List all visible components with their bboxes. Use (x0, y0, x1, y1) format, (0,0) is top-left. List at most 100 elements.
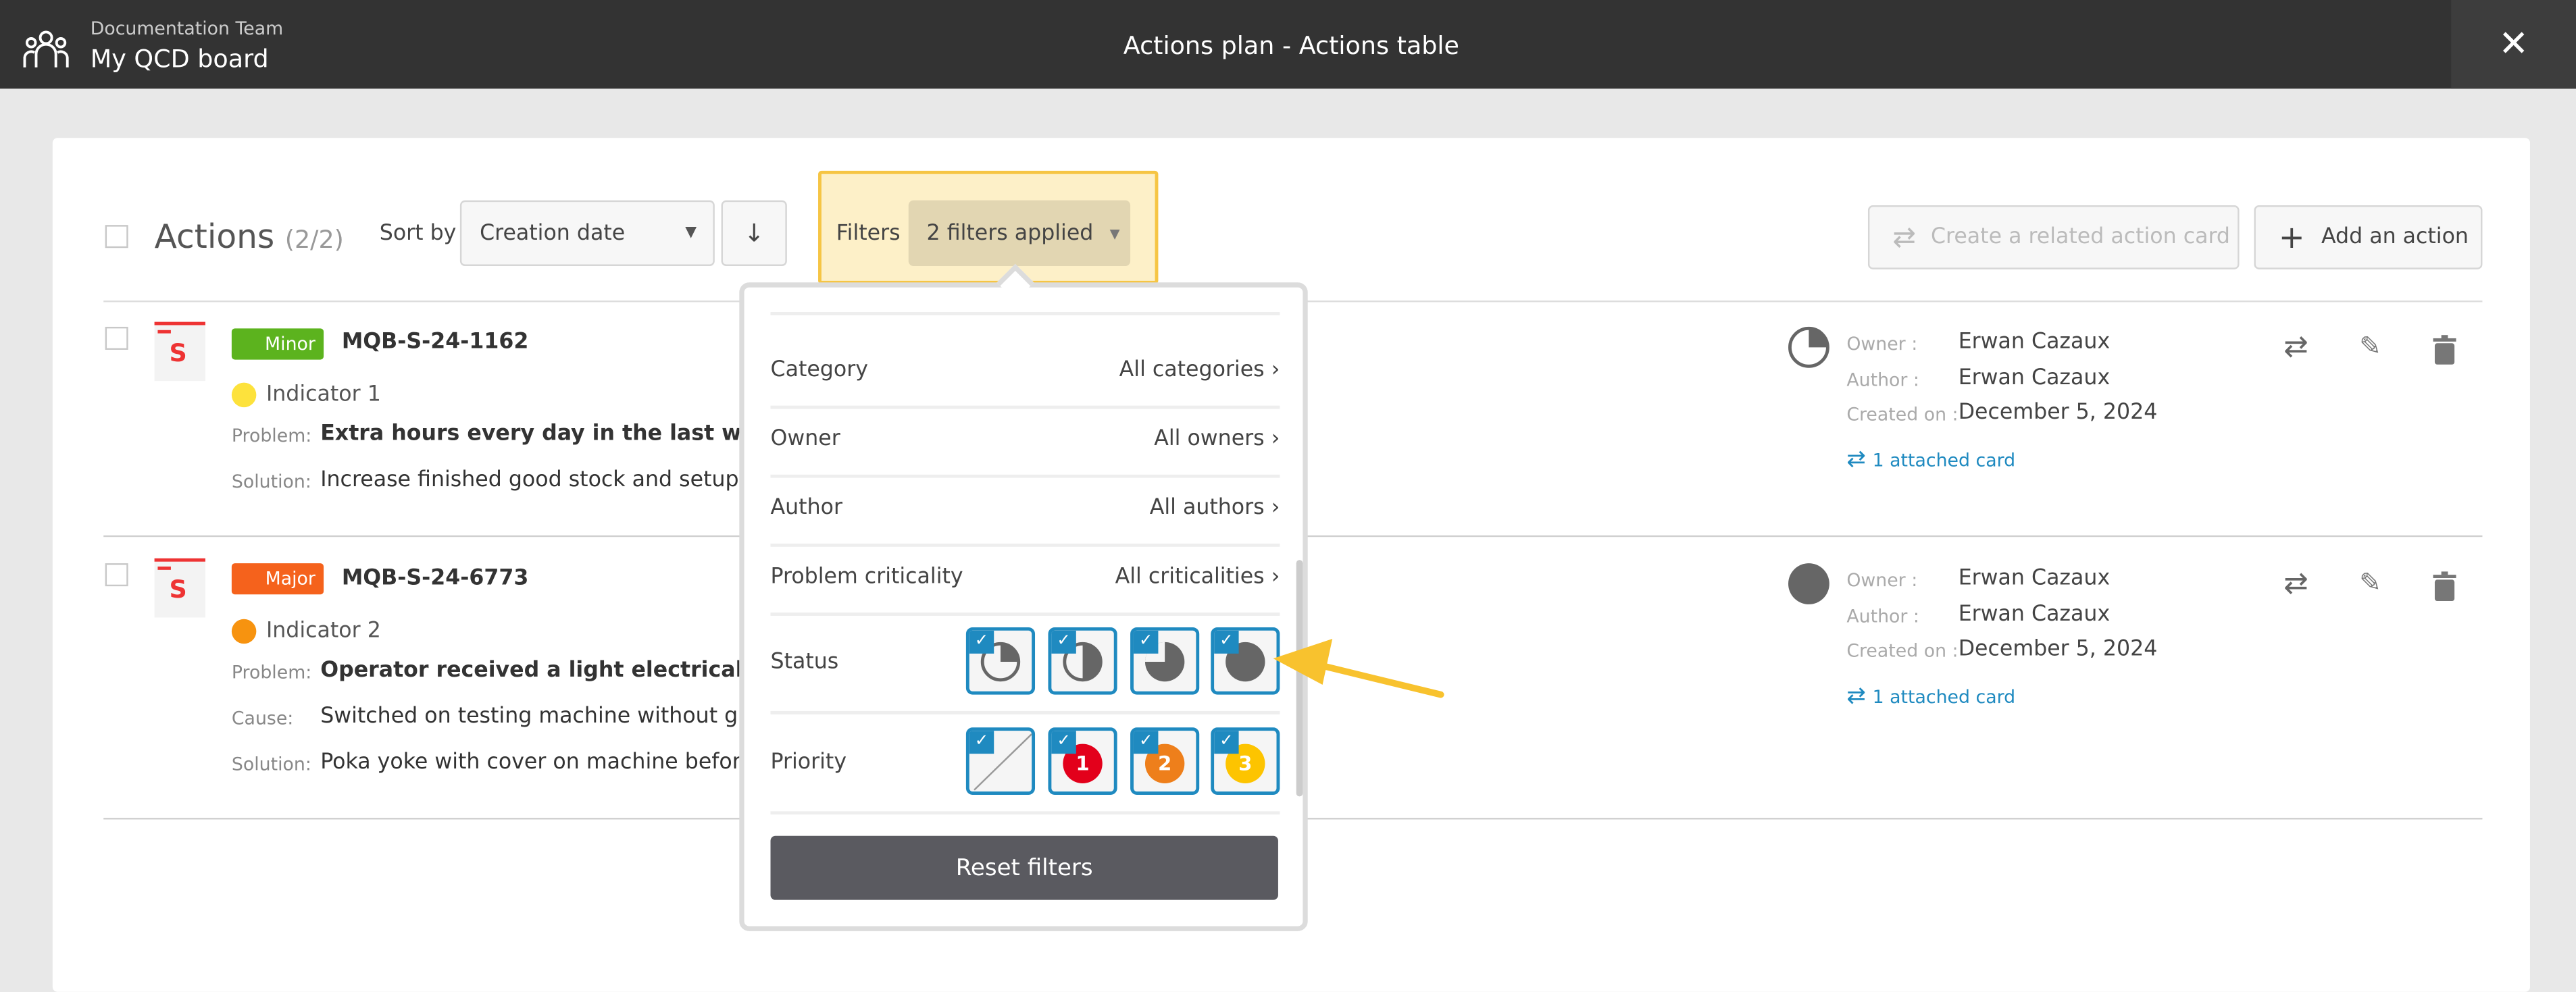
row-checkbox[interactable] (105, 326, 128, 350)
solution-text: Increase finished good stock and setup e… (320, 468, 740, 493)
separator (770, 612, 1280, 616)
separator (770, 474, 1280, 478)
solution-text: Poka yoke with cover on machine before t (320, 750, 740, 775)
caret-down-icon: ▼ (1109, 226, 1120, 241)
repeat-icon: ⇄ (1846, 683, 1866, 710)
check-icon: ✓ (1051, 731, 1076, 754)
problem-text: Extra hours every day in the last week t… (320, 421, 739, 447)
check-icon: ✓ (1133, 630, 1159, 654)
status-filter-three-quarter[interactable]: ✓ (1130, 627, 1200, 695)
attached-card-link[interactable]: ⇄ 1 attached card (1846, 446, 2015, 473)
priority-filter-2[interactable]: 2 ✓ (1130, 727, 1200, 795)
priority-filter-3[interactable]: 3 ✓ (1211, 727, 1280, 795)
priority-label: Priority (770, 750, 847, 775)
delete-trash-icon[interactable] (2433, 335, 2456, 365)
arrow-down-icon: ↓ (743, 218, 765, 249)
filter-value: All owners (1154, 427, 1265, 452)
filter-row-problem-criticality[interactable]: Problem criticality All criticalities › (771, 565, 1280, 590)
add-action-label: Add an action (2321, 225, 2469, 250)
created-value: December 5, 2024 (1958, 637, 2158, 662)
created-label: Created on : (1846, 404, 1959, 425)
filter-value: All authors (1149, 496, 1265, 521)
check-icon: ✓ (1051, 630, 1076, 654)
filters-dropdown[interactable]: 2 filters applied ▼ (908, 200, 1131, 266)
owner-value: Erwan Cazaux (1958, 566, 2111, 592)
author-value: Erwan Cazaux (1958, 602, 2111, 627)
plus-icon: + (2278, 219, 2305, 256)
reset-filters-button[interactable]: Reset filters (770, 835, 1278, 900)
edit-pencil-icon[interactable]: ✎ (2359, 567, 2381, 598)
indicator-dot-icon (231, 382, 257, 408)
check-icon: ✓ (969, 630, 994, 654)
problem-text: Operator received a light electrical sho… (320, 658, 740, 683)
cause-label: Cause: (231, 708, 294, 729)
criticality-badge: Minor (231, 328, 324, 360)
actions-count: (2/2) (284, 225, 344, 255)
chevron-right-icon: › (1271, 565, 1280, 590)
filter-label: Problem criticality (770, 565, 963, 590)
safety-category-icon: S (154, 321, 205, 382)
priority-filter-none[interactable]: ✓ (965, 727, 1036, 795)
annotation-arrow-icon (1273, 638, 1444, 698)
sort-direction-button[interactable]: ↓ (721, 200, 787, 266)
page-title: Actions plan - Actions table (1123, 31, 1459, 61)
actions-title: Actions (2/2) (155, 217, 344, 256)
author-label: Author : (1846, 606, 1919, 627)
status-filter-quarter[interactable]: ✓ (965, 627, 1036, 695)
solution-label: Solution: (231, 754, 311, 775)
row-checkbox[interactable] (105, 563, 128, 587)
check-icon: ✓ (1214, 630, 1239, 654)
safety-category-icon: S (154, 558, 205, 618)
attached-card-text: 1 attached card (1872, 685, 2016, 707)
sort-select[interactable]: Creation date ▼ (459, 200, 715, 266)
owner-value: Erwan Cazaux (1958, 330, 2111, 355)
filter-row-owner[interactable]: Owner All owners › (771, 427, 1280, 451)
repeat-icon: ⇄ (1892, 221, 1917, 254)
solution-label: Solution: (231, 471, 311, 493)
status-quarter-icon (1788, 326, 1829, 368)
author-label: Author : (1846, 369, 1919, 391)
cause-text: Switched on testing machine without glov (320, 704, 740, 729)
filter-label: Owner (770, 427, 840, 452)
author-value: Erwan Cazaux (1958, 366, 2111, 391)
select-all-checkbox[interactable] (105, 225, 128, 249)
chevron-right-icon: › (1271, 358, 1280, 383)
attached-card-link[interactable]: ⇄ 1 attached card (1846, 683, 2015, 710)
filter-value: All categories (1119, 358, 1265, 383)
caret-down-icon: ▼ (685, 225, 697, 242)
filters-label: Filters (836, 221, 901, 246)
status-label: Status (770, 650, 839, 675)
owner-label: Owner : (1846, 333, 1918, 355)
action-id[interactable]: MQB-S-24-1162 (342, 330, 529, 355)
create-related-label: Create a related action card (1930, 225, 2230, 250)
top-bar: Documentation Team My QCD board Actions … (0, 0, 2576, 89)
filter-row-category[interactable]: Category All categories › (771, 358, 1280, 382)
sort-value: Creation date (480, 221, 626, 246)
filters-popover: Category All categories › Owner All owners… (739, 282, 1308, 931)
delete-trash-icon[interactable] (2433, 571, 2456, 602)
filter-value: All criticalities (1115, 565, 1265, 590)
check-icon: ✓ (1133, 731, 1159, 754)
status-filter-half[interactable]: ✓ (1048, 627, 1117, 695)
filters-value: 2 filters applied (926, 221, 1094, 246)
sort-label: Sort by (379, 221, 457, 246)
edit-pencil-icon[interactable]: ✎ (2359, 330, 2381, 361)
close-button[interactable]: ✕ (2451, 0, 2576, 89)
indicator-label: Indicator 2 (266, 619, 381, 644)
filter-row-author[interactable]: Author All authors › (771, 496, 1280, 520)
separator (770, 811, 1280, 815)
action-id[interactable]: MQB-S-24-6773 (342, 567, 529, 591)
problem-label: Problem: (231, 662, 312, 683)
create-related-card-button[interactable]: ⇄ Create a related action card (1867, 205, 2240, 269)
indicator-dot-icon (231, 619, 257, 644)
repeat-action-button[interactable]: ⇄ (2283, 330, 2308, 365)
add-action-button[interactable]: + Add an action (2254, 205, 2483, 269)
attached-card-text: 1 attached card (1872, 449, 2016, 471)
priority-filter-1[interactable]: 1 ✓ (1048, 727, 1117, 795)
created-label: Created on : (1846, 640, 1959, 662)
repeat-icon: ⇄ (1846, 446, 1866, 473)
separator (770, 312, 1280, 315)
separator (770, 405, 1280, 409)
created-value: December 5, 2024 (1958, 400, 2158, 425)
repeat-action-button[interactable]: ⇄ (2283, 567, 2308, 601)
